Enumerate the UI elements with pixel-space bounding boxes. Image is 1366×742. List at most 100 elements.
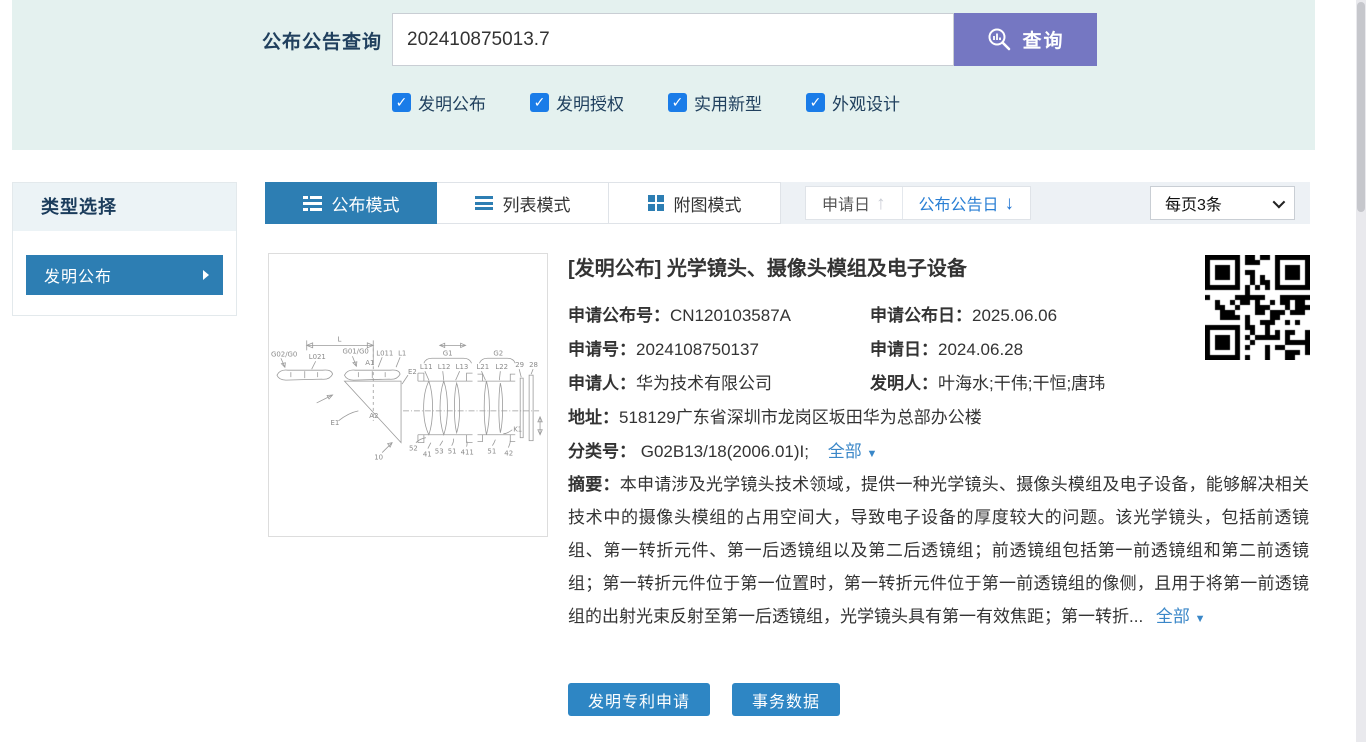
view-mode-tabs: 公布模式 列表模式 附图模式	[265, 182, 781, 224]
search-input[interactable]	[392, 13, 954, 66]
svg-text:42: 42	[504, 450, 513, 458]
svg-text:29: 29	[515, 361, 524, 369]
svg-text:L13: L13	[456, 363, 469, 371]
tab-label: 公布模式	[332, 191, 400, 216]
abstract-paragraph: 摘要：本申请涉及光学镜头技术领域，提供一种光学镜头、摄像头模组及电子设备，能够解…	[568, 468, 1309, 636]
sidebar-title: 类型选择	[13, 183, 236, 231]
tab-publication-mode[interactable]: 公布模式	[265, 182, 437, 224]
svg-text:51: 51	[448, 448, 457, 456]
results-toolbar: 公布模式 列表模式 附图模式 申请日 ↑ 公布公告日 ↓ 每页3条	[265, 182, 1310, 224]
svg-text:L22: L22	[495, 363, 508, 371]
address-row: 地址：518129广东省深圳市龙岗区坂田华为总部办公楼	[568, 403, 1328, 428]
checkbox-checked-icon[interactable]: ✓	[530, 93, 549, 112]
svg-text:10: 10	[374, 454, 383, 462]
patent-drawing-thumbnail[interactable]: L G02/G0 L021 G01/G0 L011 L1 A1 E2 E1	[268, 253, 548, 537]
classification-row: 分类号： G02B13/18(2006.01)I; 全部 ▼	[568, 437, 1328, 462]
svg-text:53: 53	[435, 448, 444, 456]
svg-text:L: L	[338, 335, 342, 343]
list-mode-icon	[475, 196, 493, 210]
field-row: 申请号：2024108750137 申请日：2024.06.28	[568, 335, 1328, 360]
svg-text:L021: L021	[309, 353, 326, 361]
chevron-down-icon	[1273, 195, 1286, 208]
publication-mode-icon	[303, 196, 322, 211]
field-value: CN120103587A	[670, 306, 791, 325]
classification-all-link[interactable]: 全部 ▼	[828, 442, 878, 461]
field-value: 2024108750137	[636, 340, 759, 359]
field-label: 申请日：	[870, 340, 938, 359]
scrollbar-thumb[interactable]	[1357, 2, 1365, 212]
svg-text:411: 411	[461, 449, 474, 457]
tab-label: 列表模式	[503, 191, 571, 216]
svg-text:L11: L11	[420, 363, 433, 371]
sort-by-publication-date[interactable]: 公布公告日 ↓	[902, 187, 1031, 219]
svg-text:L011: L011	[376, 349, 393, 357]
field-row: 申请人：华为技术有限公司 发明人：叶海水;干伟;干恒;唐玮	[568, 369, 1328, 394]
query-button[interactable]: 查询	[954, 13, 1097, 66]
sort-controls: 申请日 ↑ 公布公告日 ↓	[805, 186, 1031, 220]
field-value: 华为技术有限公司	[636, 374, 772, 393]
sort-label: 申请日	[822, 191, 870, 215]
svg-text:41: 41	[423, 451, 432, 459]
svg-text:G1: G1	[443, 349, 453, 357]
svg-text:G02/G0: G02/G0	[271, 350, 297, 358]
field-value: 2025.06.06	[972, 306, 1057, 325]
page-scrollbar[interactable]	[1356, 0, 1366, 742]
svg-text:L21: L21	[477, 363, 490, 371]
sort-by-application-date[interactable]: 申请日 ↑	[806, 187, 902, 219]
svg-text:51: 51	[487, 448, 496, 456]
sort-label: 公布公告日	[919, 191, 999, 215]
abstract-label: 摘要：	[568, 475, 620, 494]
field-row: 申请公布号：CN120103587A 申请公布日：2025.06.06	[568, 301, 1328, 326]
triangle-down-icon: ▼	[866, 448, 877, 460]
svg-text:E2: E2	[408, 368, 417, 376]
patent-lens-diagram: L G02/G0 L021 G01/G0 L011 L1 A1 E2 E1	[269, 254, 547, 536]
page-size-value: 每页3条	[1165, 191, 1222, 215]
patent-result-card: L G02/G0 L021 G01/G0 L011 L1 A1 E2 E1	[265, 240, 1310, 742]
checkbox-design[interactable]: ✓ 外观设计	[806, 90, 900, 115]
type-sidebar: 类型选择 发明公布	[12, 182, 237, 316]
field-label: 申请公布日：	[870, 306, 972, 325]
sidebar-item-invention-publication[interactable]: 发明公布	[26, 255, 223, 295]
search-label: 公布公告查询	[212, 27, 382, 54]
field-label: 发明人：	[870, 374, 938, 393]
svg-text:L1: L1	[398, 349, 406, 357]
chevron-right-icon	[203, 270, 209, 280]
arrow-down-icon: ↓	[1005, 194, 1015, 213]
checkbox-utility-model[interactable]: ✓ 实用新型	[668, 90, 762, 115]
triangle-down-icon: ▼	[1195, 613, 1206, 625]
checkbox-invention-publication[interactable]: ✓ 发明公布	[392, 90, 486, 115]
tab-figure-mode[interactable]: 附图模式	[609, 182, 781, 224]
invention-application-button[interactable]: 发明专利申请	[568, 683, 710, 716]
search-panel: 公布公告查询 查询 ✓ 发明公布 ✓ 发明授权 ✓ 实用新型 ✓ 外观设计	[12, 0, 1315, 150]
field-label: 分类号：	[568, 442, 636, 461]
svg-text:K1: K1	[513, 426, 522, 434]
svg-text:A2: A2	[369, 412, 378, 420]
checkbox-invention-grant[interactable]: ✓ 发明授权	[530, 90, 624, 115]
figure-mode-icon	[648, 195, 664, 211]
card-actions: 发明专利申请 事务数据	[568, 683, 840, 716]
magnifier-chart-icon	[986, 27, 1012, 53]
checkbox-checked-icon[interactable]: ✓	[668, 93, 687, 112]
classification-value: G02B13/18(2006.01)I;	[641, 442, 809, 461]
field-value: 518129广东省深圳市龙岗区坂田华为总部办公楼	[619, 408, 982, 427]
query-button-label: 查询	[1022, 26, 1064, 53]
abstract-all-link[interactable]: 全部 ▼	[1156, 607, 1206, 626]
abstract-text: 本申请涉及光学镜头技术领域，提供一种光学镜头、摄像头模组及电子设备，能够解决相关…	[568, 475, 1309, 626]
field-value: 2024.06.28	[938, 340, 1023, 359]
checkbox-checked-icon[interactable]: ✓	[392, 93, 411, 112]
svg-text:L12: L12	[438, 363, 451, 371]
patent-title: [发明公布] 光学镜头、摄像头模组及电子设备	[568, 252, 967, 281]
arrow-up-icon: ↑	[876, 194, 886, 213]
svg-text:G01/G0: G01/G0	[342, 347, 368, 355]
tab-list-mode[interactable]: 列表模式	[437, 182, 609, 224]
svg-text:28: 28	[529, 361, 538, 369]
svg-text:52: 52	[409, 445, 418, 453]
field-label: 申请号：	[568, 340, 636, 359]
field-label: 申请人：	[568, 374, 636, 393]
field-label: 地址：	[568, 408, 619, 427]
transaction-data-button[interactable]: 事务数据	[732, 683, 840, 716]
field-value: 叶海水;干伟;干恒;唐玮	[938, 374, 1105, 393]
patent-type-filters: ✓ 发明公布 ✓ 发明授权 ✓ 实用新型 ✓ 外观设计	[392, 90, 900, 115]
checkbox-checked-icon[interactable]: ✓	[806, 93, 825, 112]
page-size-select[interactable]: 每页3条	[1150, 186, 1295, 220]
